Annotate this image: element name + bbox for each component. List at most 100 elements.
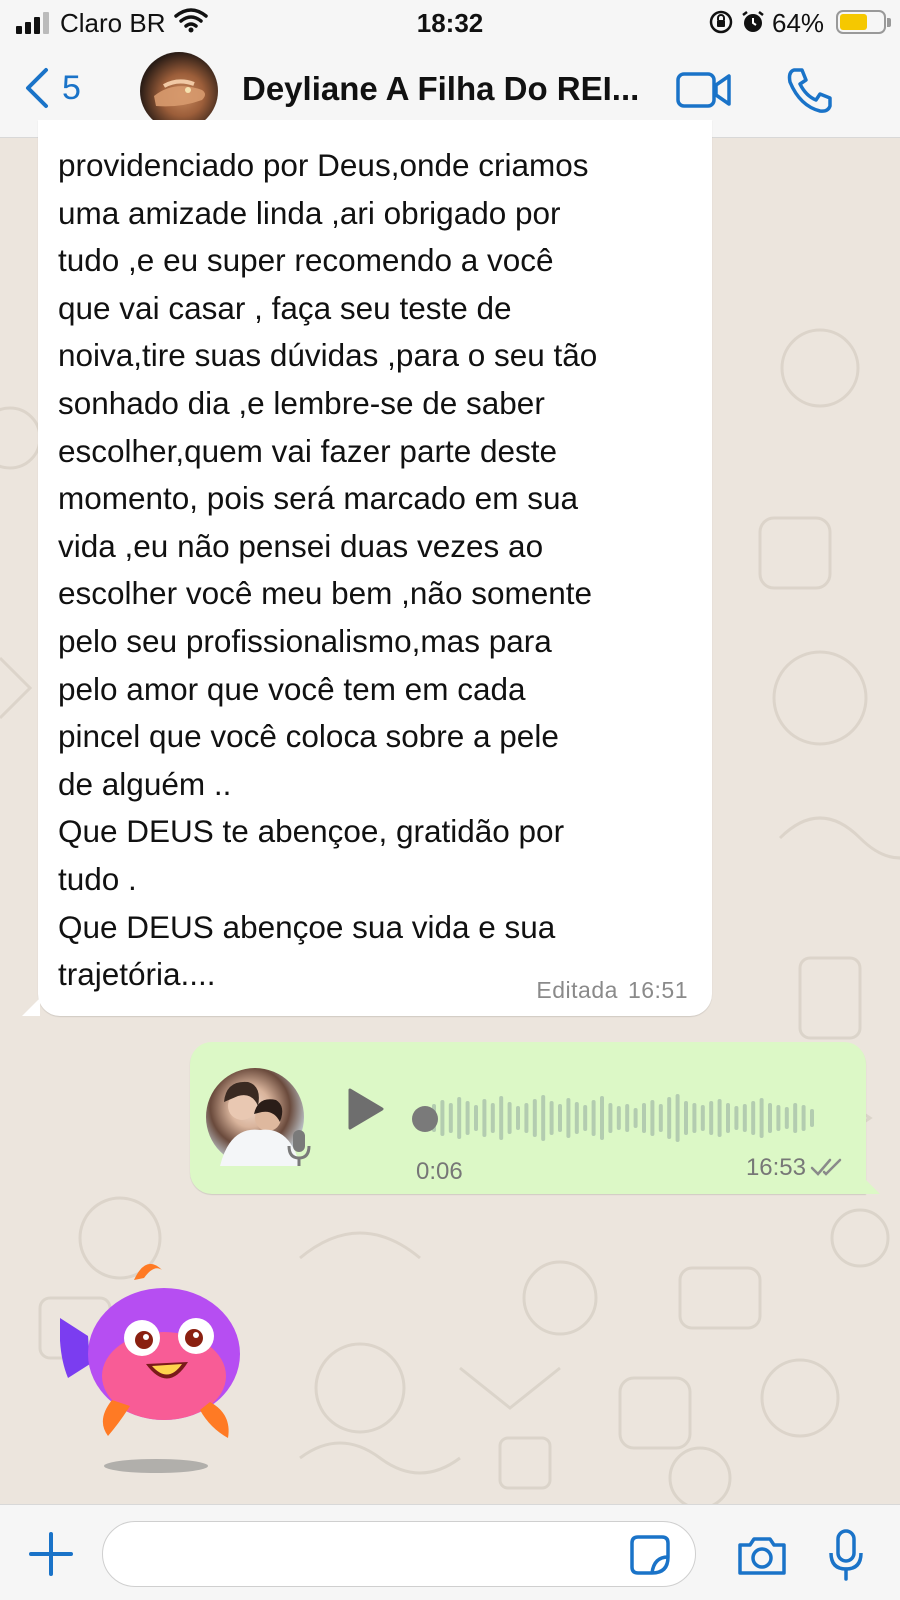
sticker-icon — [630, 1535, 670, 1575]
bubble-tail — [22, 998, 40, 1016]
unread-count: 5 — [62, 68, 81, 107]
waveform-bar — [625, 1104, 630, 1132]
waveform-bar — [709, 1101, 714, 1135]
voice-duration: 0:06 — [416, 1158, 463, 1185]
waveform-bar — [633, 1108, 638, 1128]
message-line: de alguém .. — [58, 765, 232, 802]
microphone-icon — [829, 1529, 863, 1581]
message-line: vida ,eu não pensei duas vezes ao — [58, 527, 544, 564]
orientation-lock-icon — [708, 9, 734, 42]
waveform-bar — [566, 1098, 571, 1138]
video-call-icon — [676, 72, 731, 108]
waveform-bar — [516, 1106, 520, 1130]
attach-button[interactable] — [28, 1531, 74, 1582]
waveform-bar — [448, 1103, 453, 1133]
waveform-bar — [801, 1105, 806, 1131]
waveform-bar — [751, 1101, 756, 1135]
waveform-bar — [768, 1103, 772, 1133]
waveform-bar — [759, 1098, 764, 1138]
message-line: Que DEUS te abençoe, gratidão por — [58, 813, 565, 850]
message-line: uma amizade linda ,ari obrigado por — [58, 194, 561, 231]
waveform-bar — [541, 1095, 546, 1141]
sticker-button[interactable] — [630, 1535, 670, 1580]
play-button[interactable] — [346, 1086, 386, 1137]
message-text: providenciado por Deus,onde criamos uma … — [58, 142, 718, 999]
waveform-bar — [532, 1099, 537, 1137]
waveform-bar — [591, 1100, 596, 1136]
status-bar: Claro BR 18:32 64% — [0, 0, 900, 46]
message-composer — [0, 1504, 900, 1600]
camera-button[interactable] — [736, 1535, 788, 1582]
waveform-bar — [524, 1103, 529, 1133]
message-input[interactable] — [102, 1521, 696, 1587]
battery-icon — [836, 10, 891, 34]
waveform-bar — [457, 1097, 462, 1139]
video-call-button[interactable] — [676, 70, 732, 115]
camera-icon — [738, 1537, 786, 1575]
edited-label: Editada — [536, 977, 618, 1003]
waveform-bar — [650, 1100, 655, 1136]
waveform-bar — [776, 1105, 781, 1131]
voice-scrubber[interactable] — [412, 1106, 438, 1132]
message-line: pincel que você coloca sobre a pele — [58, 718, 559, 755]
waveform-bar — [692, 1103, 697, 1133]
message-line: sonhado dia ,e lembre-se de saber — [58, 384, 545, 421]
message-line: escolher você meu bem ,não somente — [58, 575, 593, 612]
message-line: que vai casar , faça seu teste de — [58, 289, 512, 326]
waveform-bar — [558, 1104, 562, 1132]
voice-waveform[interactable] — [426, 1078, 826, 1158]
waveform-bar — [658, 1104, 663, 1132]
waveform-bar — [507, 1102, 512, 1134]
waveform-bar — [684, 1101, 688, 1135]
fish-sticker[interactable] — [59, 1260, 260, 1505]
waveform-bar — [616, 1106, 621, 1130]
waveform-bar — [574, 1102, 579, 1134]
phone-call-icon — [787, 68, 832, 113]
alarm-icon — [740, 9, 766, 42]
incoming-message-bubble[interactable]: providenciado por Deus,onde criamos uma … — [22, 120, 712, 1016]
message-line: tudo . — [58, 860, 137, 897]
contact-name[interactable]: Deyliane A Filha Do REI... — [242, 70, 652, 108]
message-time: 16:53 — [745, 1154, 806, 1181]
waveform-bar — [734, 1106, 739, 1130]
waveform-bar — [784, 1107, 789, 1129]
voice-call-button[interactable] — [786, 66, 832, 119]
waveform-bar — [700, 1105, 705, 1131]
waveform-bar — [490, 1103, 495, 1133]
back-button[interactable]: 5 — [24, 66, 81, 110]
waveform-bar — [726, 1103, 730, 1133]
waveform-bar — [642, 1103, 646, 1133]
waveform-bar — [810, 1109, 814, 1127]
message-line: providenciado por Deus,onde criamos — [58, 147, 589, 183]
waveform-bar — [675, 1094, 680, 1142]
message-time: 16:51 — [627, 977, 688, 1003]
waveform-bar — [499, 1096, 504, 1140]
bubble-tail — [864, 1178, 880, 1194]
message-line: pelo amor que você tem em cada — [58, 670, 526, 707]
waveform-bar — [482, 1099, 487, 1137]
message-line: tudo ,e eu super recomendo a você — [58, 242, 554, 279]
waveform-bar — [465, 1101, 470, 1135]
plus-icon — [29, 1532, 73, 1576]
play-icon — [348, 1088, 384, 1130]
message-line: pelo seu profissionalismo,mas para — [58, 622, 552, 659]
waveform-bar — [440, 1100, 445, 1136]
message-line: escolher,quem vai fazer parte deste — [58, 432, 558, 469]
waveform-bar — [793, 1103, 798, 1133]
waveform-bar — [600, 1096, 604, 1140]
waveform-bar — [474, 1105, 478, 1131]
read-receipt-icon — [810, 1156, 846, 1183]
outgoing-voice-message[interactable]: 0:06 16:53 — [190, 1042, 880, 1194]
record-voice-button[interactable] — [828, 1529, 864, 1586]
message-line: Que DEUS abençoe sua vida e sua — [58, 908, 556, 945]
voice-mic-icon — [286, 1128, 312, 1173]
waveform-bar — [667, 1097, 672, 1139]
battery-percent: 64% — [772, 8, 825, 38]
message-line: noiva,tire suas dúvidas ,para o seu tão — [58, 337, 598, 374]
waveform-bar — [742, 1104, 747, 1132]
back-chevron-icon — [26, 68, 48, 108]
waveform-bar — [717, 1099, 722, 1137]
waveform-bar — [549, 1101, 554, 1135]
waveform-bar — [608, 1103, 613, 1133]
contact-avatar[interactable] — [140, 52, 218, 130]
